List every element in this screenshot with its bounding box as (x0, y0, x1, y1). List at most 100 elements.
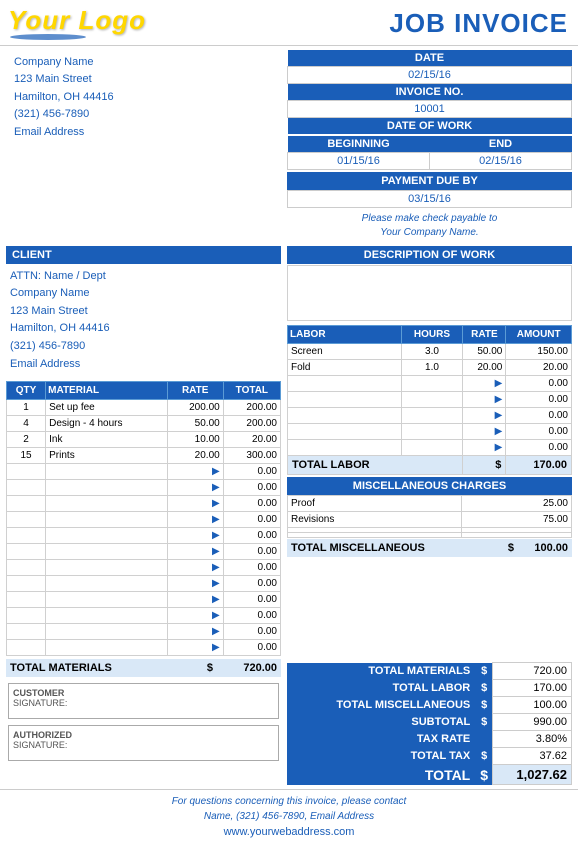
labor-desc-empty (288, 423, 402, 439)
mat-empty-arrow: ▶ (167, 464, 223, 480)
mat-total: 20.00 (223, 432, 280, 448)
signature-section: CUSTOMER SIGNATURE: AUTHORIZED SIGNATURE… (6, 683, 281, 761)
mat-empty-arrow: ▶ (167, 576, 223, 592)
mat-empty-total: 0.00 (223, 496, 280, 512)
summary-total-tax: TOTAL TAX $ 37.62 (287, 748, 572, 765)
mat-empty-total: 0.00 (223, 544, 280, 560)
client-header: CLIENT (6, 246, 281, 264)
mat-qty: 2 (7, 432, 46, 448)
labor-desc-empty (288, 391, 402, 407)
labor-desc: Fold (288, 359, 402, 375)
total-misc-value: 100.00 (518, 542, 568, 554)
company-email: Email Address (14, 124, 273, 142)
end-label: END (430, 136, 572, 153)
description-header: DESCRIPTION OF WORK (287, 246, 572, 264)
labor-header-rate: RATE (463, 325, 506, 343)
labor-desc-empty (288, 407, 402, 423)
customer-sig-block: CUSTOMER SIGNATURE: (8, 683, 279, 719)
misc-header: MISCELLANEOUS CHARGES (287, 477, 572, 495)
client-attn: ATTN: Name / Dept (10, 268, 277, 286)
material-row-empty: ▶ 0.00 (7, 480, 281, 496)
company-city: Hamilton, OH 44416 (14, 89, 273, 107)
summary-tax-rate: TAX RATE 3.80% (287, 731, 572, 748)
mat-qty: 15 (7, 448, 46, 464)
beginning-value: 01/15/16 (288, 152, 430, 169)
sum-grand-total-dollar: $ (476, 765, 492, 785)
labor-header-labor: LABOR (288, 325, 402, 343)
bottom-left: TOTAL MATERIALS $ 720.00 CUSTOMER SIGNAT… (6, 658, 281, 785)
mat-material: Ink (46, 432, 168, 448)
sum-total-materials-value: 720.00 (493, 663, 572, 680)
date-invoice-table: DATE 02/15/16 INVOICE NO. 10001 DATE OF … (287, 50, 572, 134)
mat-empty-material (46, 640, 168, 656)
check-payable: Please make check payable to Your Compan… (287, 208, 572, 244)
material-row-empty: ▶ 0.00 (7, 608, 281, 624)
labor-header-hours: HOURS (401, 325, 463, 343)
mat-empty-total: 0.00 (223, 624, 280, 640)
labor-arrow: ▶ (463, 439, 506, 455)
sum-total-misc-label: TOTAL MISCELLANEOUS (287, 697, 476, 714)
labor-amount-empty: 0.00 (506, 391, 572, 407)
mat-empty-material (46, 624, 168, 640)
mat-empty-qty (7, 464, 46, 480)
company-name: Company Name (14, 54, 273, 72)
misc-desc: Proof (288, 495, 462, 511)
date-label: DATE (288, 50, 572, 67)
mat-empty-qty (7, 544, 46, 560)
main-content: CLIENT ATTN: Name / Dept Company Name 1 2… (0, 246, 578, 657)
materials-table: QTY MATERIAL RATE TOTAL 1 Set up fee 200… (6, 381, 281, 656)
total-materials-dollar: $ (207, 662, 213, 674)
summary-total-misc: TOTAL MISCELLANEOUS $ 100.00 (287, 697, 572, 714)
labor-amount: 20.00 (506, 359, 572, 375)
authorized-sig-block: AUTHORIZED SIGNATURE: (8, 725, 279, 761)
labor-amount-empty: 0.00 (506, 423, 572, 439)
sum-grand-total-value: 1,027.62 (493, 765, 572, 785)
material-row: 2 Ink 10.00 20.00 (7, 432, 281, 448)
material-row-empty: ▶ 0.00 (7, 624, 281, 640)
logo-area: Your Logo (8, 6, 146, 41)
mat-empty-material (46, 528, 168, 544)
total-misc-label: TOTAL MISCELLANEOUS (291, 542, 508, 554)
mat-material: Design - 4 hours (46, 416, 168, 432)
client-phone: (321) 456-7890 (10, 338, 277, 356)
mat-header-rate: RATE (167, 382, 223, 400)
labor-rate: 50.00 (463, 343, 506, 359)
misc-amount (461, 532, 571, 537)
company-phone: (321) 456-7890 (14, 106, 273, 124)
mat-empty-material (46, 592, 168, 608)
sum-grand-total-label: TOTAL (287, 765, 476, 785)
total-materials-label: TOTAL MATERIALS (10, 662, 207, 674)
sum-total-tax-label: TOTAL TAX (287, 748, 476, 765)
mat-header-total: TOTAL (223, 382, 280, 400)
sum-total-tax-dollar: $ (476, 748, 492, 765)
total-labor-value: 170.00 (506, 455, 572, 474)
footer-contact-info: Name, (321) 456-7890, Email Address (204, 811, 374, 822)
mat-empty-qty (7, 496, 46, 512)
labor-desc-empty (288, 439, 402, 455)
mat-header-qty: QTY (7, 382, 46, 400)
invoice-no-value: 10001 (288, 100, 572, 117)
misc-amount: 75.00 (461, 511, 571, 527)
mat-empty-arrow: ▶ (167, 560, 223, 576)
mat-empty-arrow: ▶ (167, 528, 223, 544)
mat-rate: 50.00 (167, 416, 223, 432)
misc-table: Proof 25.00 Revisions 75.00 (287, 495, 572, 538)
end-value: 02/15/16 (430, 152, 572, 169)
labor-table: LABOR HOURS RATE AMOUNT Screen 3.0 50.00… (287, 325, 572, 475)
labor-row: ▶ 0.00 (288, 375, 572, 391)
total-labor-row: TOTAL LABOR $ 170.00 (288, 455, 572, 474)
invoice-title: JOB INVOICE (389, 8, 568, 39)
mat-qty: 1 (7, 400, 46, 416)
misc-desc (288, 532, 462, 537)
invoice-page: Your Logo JOB INVOICE Company Name 123 M… (0, 0, 578, 845)
date-value: 02/15/16 (288, 66, 572, 83)
labor-row: ▶ 0.00 (288, 391, 572, 407)
material-row: 1 Set up fee 200.00 200.00 (7, 400, 281, 416)
sum-subtotal-value: 990.00 (493, 714, 572, 731)
mat-empty-total: 0.00 (223, 464, 280, 480)
material-row-empty: ▶ 0.00 (7, 496, 281, 512)
mat-empty-arrow: ▶ (167, 592, 223, 608)
total-materials-value: 720.00 (217, 662, 277, 674)
client-name: Company Name (10, 285, 277, 303)
summary-subtotal: SUBTOTAL $ 990.00 (287, 714, 572, 731)
